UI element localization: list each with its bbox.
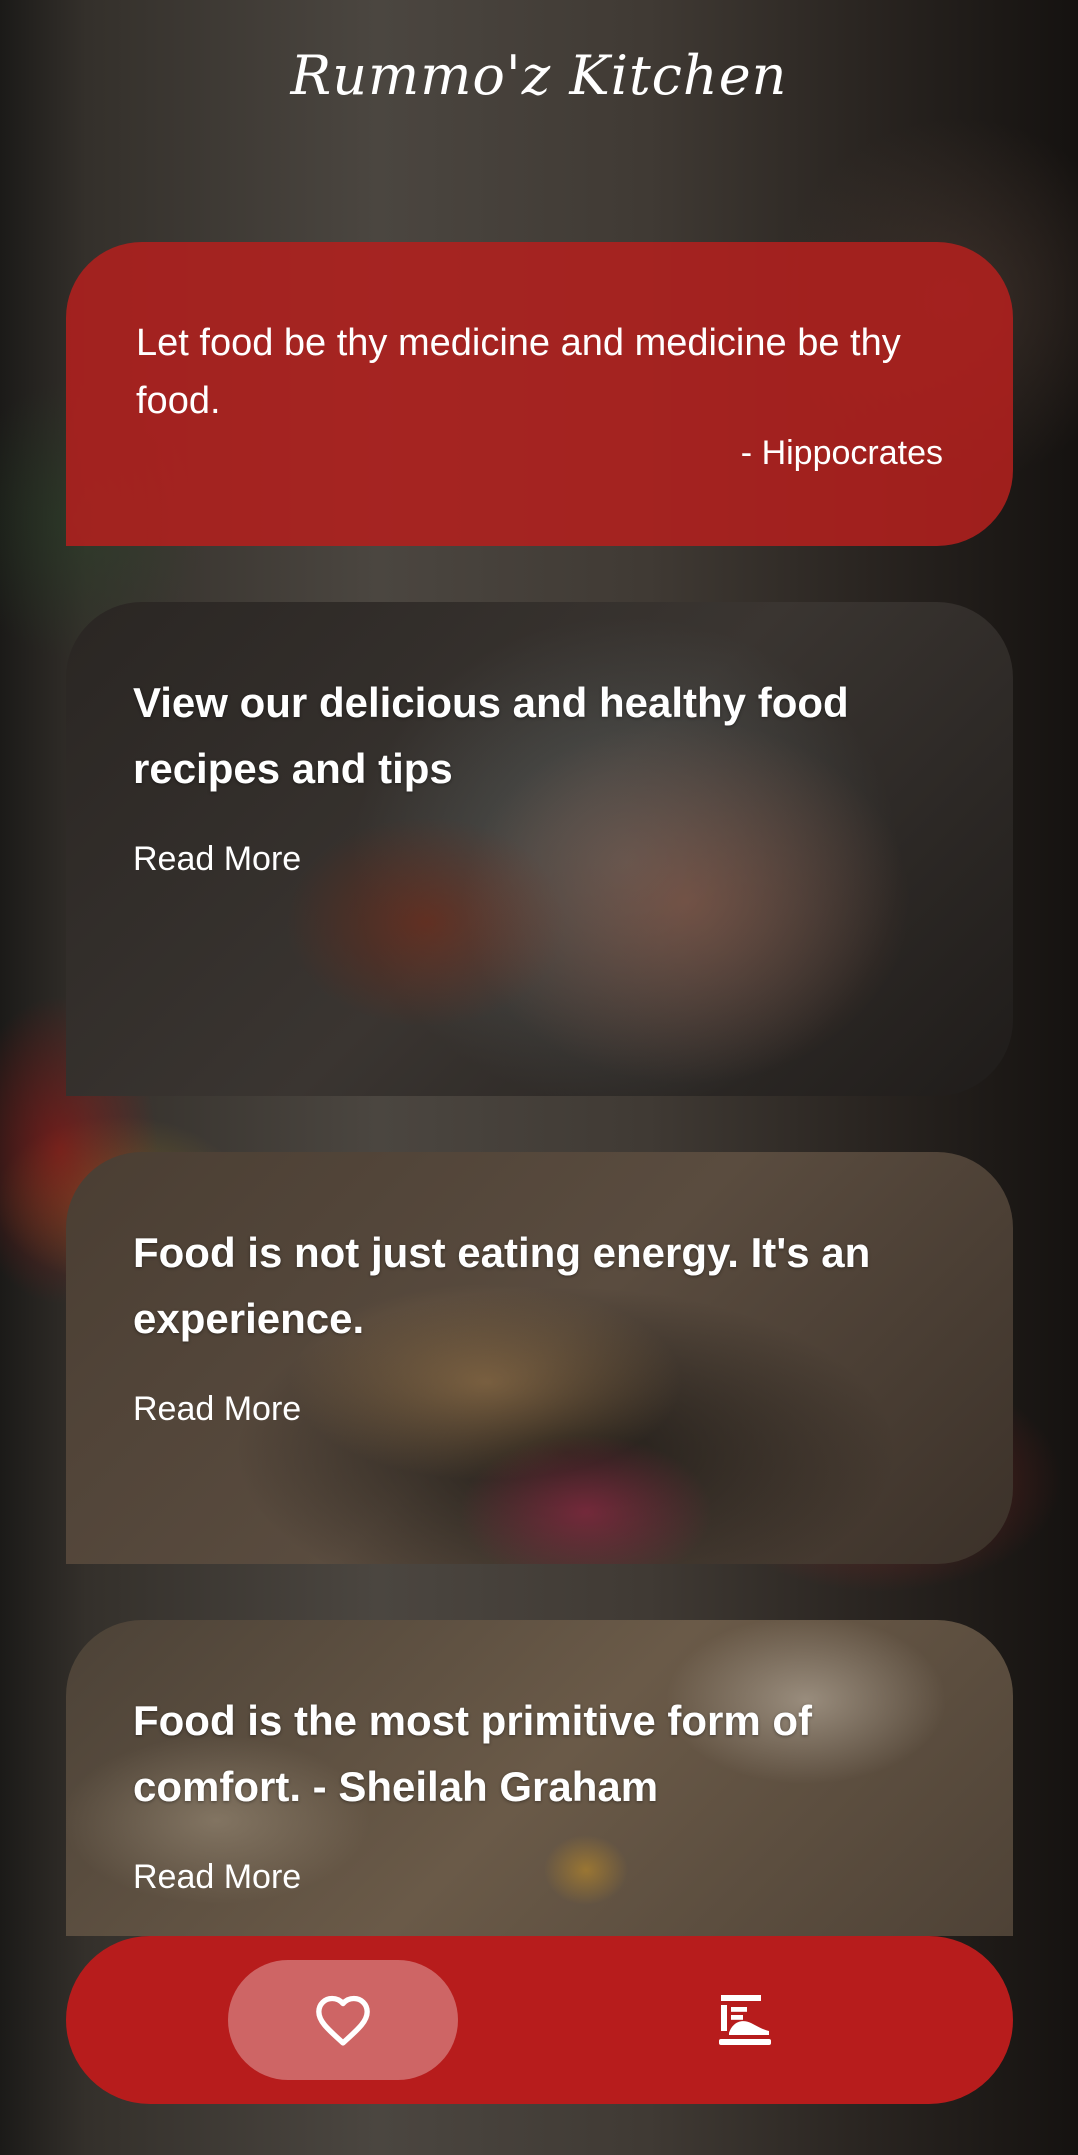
heart-icon [316, 1995, 370, 2046]
read-more-link[interactable]: Read More [133, 840, 301, 879]
read-more-link[interactable]: Read More [133, 1390, 301, 1429]
nav-kitchen-button[interactable] [630, 1960, 860, 2080]
recipes-card[interactable]: View our delicious and healthy food reci… [66, 602, 1013, 1096]
card-title: Food is the most primitive form of comfo… [133, 1697, 813, 1810]
bottom-nav [66, 1936, 1013, 2104]
app-title: Rummo'z Kitchen [290, 44, 788, 107]
kitchen-icon [719, 1995, 771, 2045]
experience-card[interactable]: Food is not just eating energy. It's an … [66, 1152, 1013, 1564]
card-title: Food is not just eating energy. It's an … [133, 1229, 871, 1342]
quote-card: Let food be thy medicine and medicine be… [66, 242, 1013, 546]
read-more-link[interactable]: Read More [133, 1858, 301, 1897]
nav-favorites-button[interactable] [228, 1960, 458, 2080]
card-title: View our delicious and healthy food reci… [133, 679, 849, 792]
quote-text: Let food be thy medicine and medicine be… [136, 322, 901, 422]
comfort-card[interactable]: Food is the most primitive form of comfo… [66, 1620, 1013, 1936]
quote-author: - Hippocrates [740, 434, 943, 472]
